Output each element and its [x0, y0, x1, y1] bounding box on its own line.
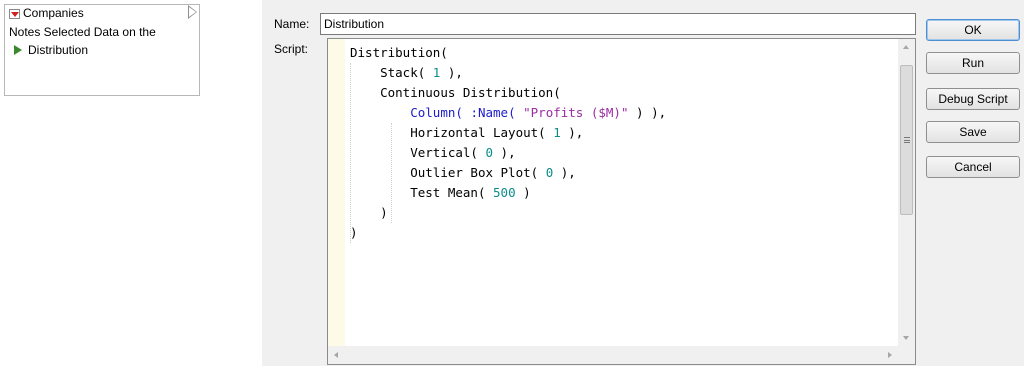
code-line: Outlier Box Plot( 0 ),: [410, 165, 576, 180]
editor-gutter: [328, 39, 345, 346]
name-label: Name:: [274, 17, 310, 31]
grip-icon: [904, 137, 910, 143]
script-editor[interactable]: Distribution( Stack( 1 ), Continuous Dis…: [327, 38, 916, 365]
save-button[interactable]: Save: [926, 121, 1020, 143]
code-line: ): [380, 205, 388, 220]
code-line: Test Mean( 500 ): [410, 185, 531, 200]
horizontal-scrollbar[interactable]: [328, 346, 898, 364]
script-dialog: Name: Script: Distribution( Stack( 1 ), …: [262, 0, 1024, 366]
name-field[interactable]: [320, 13, 916, 35]
script-label: Script:: [274, 42, 309, 56]
tree-title: Companies: [23, 6, 84, 20]
code-line: Horizontal Layout( 1 ),: [410, 125, 584, 140]
vertical-scrollbar[interactable]: [898, 39, 915, 346]
code-line: ): [350, 225, 358, 240]
red-triangle-menu-icon[interactable]: [9, 9, 20, 19]
code-line: Stack( 1 ),: [380, 65, 463, 80]
play-icon[interactable]: [14, 44, 22, 55]
run-button[interactable]: Run: [926, 52, 1020, 74]
tree-notes-text: Notes Selected Data on the: [9, 25, 156, 39]
code-line: Continuous Distribution(: [380, 85, 561, 100]
collapse-arrow-icon[interactable]: [188, 5, 197, 19]
cancel-button[interactable]: Cancel: [926, 156, 1020, 178]
scroll-left-arrow-icon[interactable]: [334, 352, 338, 358]
tree-item-label[interactable]: Distribution: [28, 43, 88, 57]
code-line: Vertical( 0 ),: [410, 145, 516, 160]
vertical-scroll-thumb[interactable]: [900, 65, 913, 215]
scrollbar-corner: [898, 346, 915, 364]
scroll-up-arrow-icon[interactable]: [903, 45, 909, 49]
debug-script-button[interactable]: Debug Script: [926, 88, 1020, 110]
report-tree-panel: Companies Notes Selected Data on the Dis…: [4, 4, 200, 96]
tree-header: Companies: [5, 5, 199, 23]
script-code[interactable]: Distribution( Stack( 1 ), Continuous Dis…: [350, 43, 666, 243]
ok-button[interactable]: OK: [926, 19, 1020, 41]
code-line: Distribution(: [350, 45, 448, 60]
scroll-down-arrow-icon[interactable]: [903, 336, 909, 340]
scroll-right-arrow-icon[interactable]: [888, 352, 892, 358]
tree-item-distribution[interactable]: Distribution: [9, 43, 88, 59]
code-line: Column( :Name( "Profits ($M)" ) ),: [410, 105, 667, 120]
